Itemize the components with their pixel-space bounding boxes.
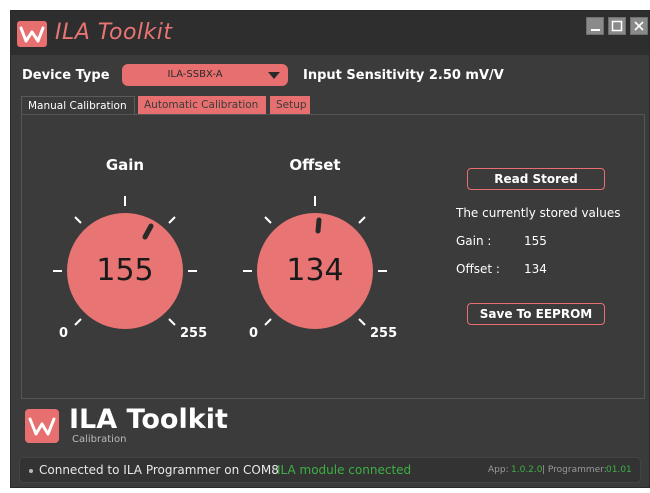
- gain-title: Gain: [105, 156, 145, 174]
- stored-offset-label: Offset :: [456, 262, 500, 276]
- device-type-select[interactable]: ILA-SSBX-A: [122, 64, 288, 86]
- app-title: ILA Toolkit: [55, 20, 173, 45]
- footer-logo-icon: [25, 409, 59, 443]
- app-logo-icon: [17, 21, 47, 47]
- app-version: 1.0.2.0: [511, 465, 543, 475]
- chevron-down-icon: [268, 72, 280, 83]
- offset-title: Offset: [289, 156, 341, 174]
- input-sensitivity: Input Sensitivity 2.50 mV/V: [303, 68, 504, 83]
- device-type-value: ILA-SSBX-A: [167, 69, 223, 80]
- connection-status: Connected to ILA Programmer on COM8: [39, 463, 279, 477]
- offset-max: 255: [370, 326, 398, 341]
- offset-value: 134: [286, 253, 344, 288]
- stored-values-caption: The currently stored values: [456, 206, 621, 220]
- tab-automatic-calibration[interactable]: Automatic Calibration: [138, 96, 266, 114]
- device-type-label: Device Type: [22, 68, 110, 83]
- app-window: ILA Toolkit Device Type ILA-SSBX-A Input…: [10, 10, 650, 488]
- status-bar: Connected to ILA Programmer on COM8 ILA …: [19, 457, 641, 483]
- status-dot-icon: [29, 469, 33, 473]
- gain-max: 255: [180, 326, 208, 341]
- tab-setup[interactable]: Setup: [270, 96, 310, 114]
- read-stored-button[interactable]: Read Stored: [467, 168, 605, 190]
- stored-offset-value: 134: [524, 262, 547, 276]
- stored-gain-value: 155: [524, 234, 547, 248]
- close-icon[interactable]: [630, 17, 648, 35]
- minimize-icon[interactable]: [586, 17, 604, 35]
- offset-min: 0: [249, 326, 259, 341]
- programmer-version: 01.01: [606, 465, 632, 475]
- maximize-icon[interactable]: [608, 17, 626, 35]
- programmer-version-label: | Programmer:: [542, 465, 607, 475]
- app-version-label: App:: [488, 465, 509, 475]
- stored-gain-label: Gain :: [456, 234, 492, 248]
- title-bar[interactable]: ILA Toolkit: [11, 11, 649, 55]
- gain-value: 155: [96, 253, 154, 288]
- footer-app-name: ILA Toolkit: [69, 404, 228, 435]
- save-to-eeprom-button[interactable]: Save To EEPROM: [467, 303, 605, 325]
- module-status: ILA module connected: [277, 463, 412, 477]
- tab-manual-calibration[interactable]: Manual Calibration: [21, 96, 135, 114]
- footer-subtitle: Calibration: [72, 434, 127, 445]
- gain-min: 0: [59, 326, 69, 341]
